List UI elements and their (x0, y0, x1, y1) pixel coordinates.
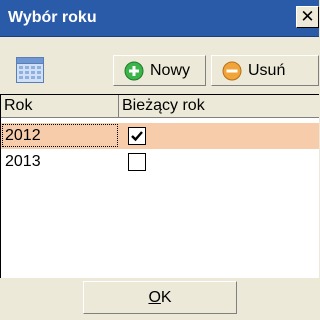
new-button[interactable]: Nowy (113, 55, 206, 86)
table-row[interactable]: 2013 (1, 149, 319, 175)
ok-label-rest: K (160, 289, 172, 306)
ok-mnemonic: O (148, 289, 161, 306)
title-bar[interactable]: Wybór roku ✕ (0, 0, 319, 37)
calendar-icon (16, 57, 44, 83)
column-header-year[interactable]: Rok (1, 95, 119, 117)
delete-button[interactable]: Usuń (211, 55, 319, 86)
current-year-checkbox[interactable] (128, 127, 146, 145)
current-year-checkbox[interactable] (128, 153, 146, 171)
minus-circle-icon (222, 61, 242, 80)
new-button-label: Nowy (150, 61, 191, 79)
checkmark-icon (131, 131, 143, 142)
grid-header: Rok Bieżący rok (1, 95, 319, 118)
dialog-window: Wybór roku ✕ Nowy Usuń Rok Bieżący rok 2… (0, 0, 319, 320)
column-header-current[interactable]: Bieżący rok (119, 95, 319, 117)
ok-button[interactable]: OK (83, 281, 237, 314)
plus-circle-icon (124, 61, 144, 80)
year-cell: 2012 (5, 127, 41, 144)
table-row[interactable]: 2012 (1, 123, 319, 149)
years-grid[interactable]: Rok Bieżący rok 2012 2013 (0, 94, 319, 278)
delete-button-label: Usuń (248, 61, 286, 79)
close-button[interactable]: ✕ (296, 6, 319, 28)
close-icon: ✕ (300, 7, 315, 26)
window-title: Wybór roku (8, 9, 97, 26)
year-cell: 2013 (5, 153, 41, 170)
